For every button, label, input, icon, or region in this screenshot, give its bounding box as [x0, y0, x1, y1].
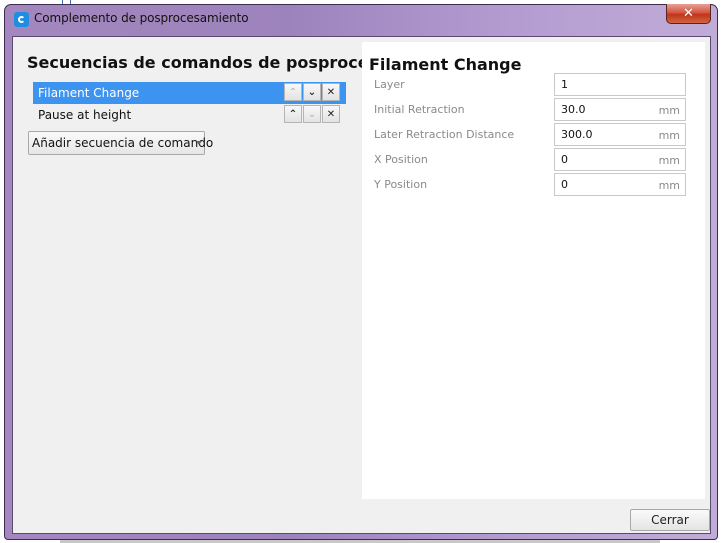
chevron-down-icon: ⌄	[307, 86, 317, 98]
setting-label: Later Retraction Distance	[374, 128, 515, 141]
setting-row-y-position: Y Position 0 mm	[362, 173, 705, 198]
settings-panel: Filament Change Layer 1 Initial Retracti…	[362, 42, 705, 499]
x-position-input[interactable]: 0 mm	[554, 148, 686, 171]
script-item-filament-change[interactable]: Filament Change ⌃ ⌄ ✕	[33, 82, 346, 104]
close-icon: ✕	[683, 6, 694, 21]
settings-heading: Filament Change	[369, 55, 522, 74]
dialog-content: Secuencias de comandos de posproces... F…	[12, 36, 711, 534]
field-unit: mm	[658, 129, 680, 142]
window-close-button[interactable]: ✕	[666, 4, 711, 24]
chevron-up-icon: ⌃	[288, 86, 298, 98]
move-down-button[interactable]: ⌄	[303, 105, 321, 123]
script-item-pause-at-height[interactable]: Pause at height ⌃ ⌄ ✕	[33, 104, 346, 126]
add-script-dropdown[interactable]: Añadir secuencia de comando	[28, 131, 213, 155]
setting-row-x-position: X Position 0 mm	[362, 148, 705, 173]
setting-label: Initial Retraction	[374, 103, 465, 116]
script-label: Filament Change	[38, 86, 140, 100]
scripts-heading: Secuencias de comandos de posproces...	[27, 53, 397, 72]
chevron-up-icon: ⌃	[288, 108, 298, 120]
close-icon: ✕	[326, 86, 336, 98]
field-unit: mm	[658, 104, 680, 117]
field-value: 0	[561, 153, 568, 166]
add-script-label: Añadir secuencia de comando	[32, 136, 214, 150]
close-icon: ✕	[326, 108, 336, 120]
setting-label: Layer	[374, 78, 405, 91]
field-value: 1	[561, 78, 568, 91]
setting-row-initial-retraction: Initial Retraction 30.0 mm	[362, 98, 705, 123]
field-value: 300.0	[561, 128, 593, 141]
setting-label: Y Position	[374, 178, 428, 191]
field-value: 30.0	[561, 103, 586, 116]
cura-logo-icon	[14, 12, 29, 27]
field-unit: mm	[658, 154, 680, 167]
remove-script-button[interactable]: ✕	[322, 105, 340, 123]
close-button[interactable]: Cerrar	[630, 509, 710, 531]
title-bar[interactable]: Complemento de posprocesamiento ✕	[5, 4, 717, 33]
field-unit: mm	[658, 179, 680, 192]
move-up-button[interactable]: ⌃	[284, 105, 302, 123]
y-position-input[interactable]: 0 mm	[554, 173, 686, 196]
move-up-button[interactable]: ⌃	[284, 83, 302, 101]
layer-input[interactable]: 1	[554, 73, 686, 96]
setting-label: X Position	[374, 153, 428, 166]
initial-retraction-input[interactable]: 30.0 mm	[554, 98, 686, 121]
dialog-window: Complemento de posprocesamiento ✕ Secuen…	[4, 4, 718, 540]
dropdown-arrow-icon	[196, 141, 202, 145]
setting-row-layer: Layer 1	[362, 73, 705, 98]
remove-script-button[interactable]: ✕	[322, 83, 340, 101]
later-retraction-input[interactable]: 300.0 mm	[554, 123, 686, 146]
window-title: Complemento de posprocesamiento	[34, 11, 249, 25]
field-value: 0	[561, 178, 568, 191]
script-label: Pause at height	[38, 108, 132, 122]
move-down-button[interactable]: ⌄	[303, 83, 321, 101]
setting-row-later-retraction: Later Retraction Distance 300.0 mm	[362, 123, 705, 148]
chevron-down-icon: ⌄	[307, 108, 317, 120]
